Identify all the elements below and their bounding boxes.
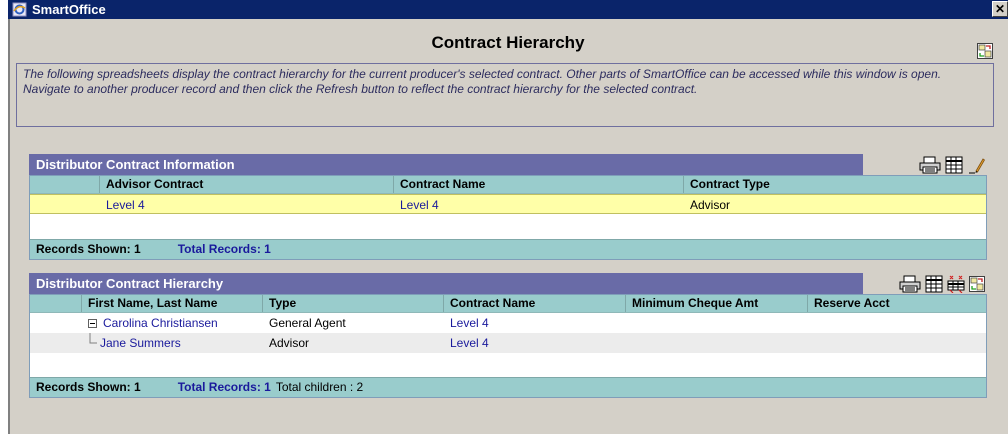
row-selector: [30, 195, 100, 213]
tree-branch-icon: [89, 333, 97, 344]
close-icon: ✕: [994, 2, 1006, 16]
min-cheque-cell: [626, 333, 808, 353]
agent-name-link[interactable]: Jane Summers: [82, 333, 263, 353]
column-header[interactable]: Advisor Contract: [100, 176, 394, 193]
collapse-columns-icon[interactable]: [947, 275, 965, 293]
info-toolbar: [919, 155, 985, 175]
printer-icon[interactable]: [899, 275, 921, 293]
reserve-acct-cell: [808, 313, 986, 333]
column-header[interactable]: Contract Name: [444, 295, 626, 312]
row-selector-header: [30, 295, 82, 312]
row-selector-header: [30, 176, 100, 193]
contract-name-link[interactable]: Level 4: [444, 333, 626, 353]
grid-footer: Records Shown: 1 Total Records: 1: [30, 239, 986, 259]
advisor-contract-link[interactable]: Level 4: [100, 195, 394, 213]
column-header[interactable]: Minimum Cheque Amt: [626, 295, 808, 312]
contract-type-cell: Advisor: [690, 198, 731, 212]
grid-header-row: First Name, Last Name Type Contract Name…: [30, 295, 986, 313]
min-cheque-cell: [626, 313, 808, 333]
column-header[interactable]: Reserve Acct: [808, 295, 986, 312]
contract-name-link[interactable]: Level 4: [444, 313, 626, 333]
window-titlebar: SmartOffice ✕: [8, 0, 1008, 19]
edit-pencil-icon[interactable]: [967, 156, 985, 174]
contract-hierarchy-window: Contract Hierarchy The following spreads…: [8, 19, 1008, 434]
grid-icon[interactable]: [945, 156, 963, 174]
distributor-contract-information-section: Distributor Contract Information Advisor…: [29, 154, 987, 260]
total-records: Total Records: 1: [177, 242, 271, 256]
table-row[interactable]: Level 4 Level 4 Advisor: [30, 194, 986, 214]
page-title: Contract Hierarchy: [431, 33, 585, 52]
agent-name-link[interactable]: Carolina Christiansen: [82, 313, 263, 333]
type-cell: Advisor: [269, 336, 310, 350]
total-children: Total children : 2: [275, 380, 364, 394]
total-records: Total Records: 1: [177, 380, 271, 394]
app-title: SmartOffice: [32, 2, 106, 17]
agent-name[interactable]: Jane Summers: [100, 336, 181, 350]
column-header[interactable]: Contract Type: [684, 176, 986, 193]
grid-empty-space: [30, 353, 986, 377]
column-header[interactable]: Contract Name: [394, 176, 684, 193]
column-header[interactable]: Type: [263, 295, 444, 312]
table-row[interactable]: Carolina Christiansen General Agent Leve…: [30, 313, 986, 333]
section-header: Distributor Contract Information: [29, 154, 863, 175]
smartoffice-app-icon: [12, 2, 27, 17]
section-header: Distributor Contract Hierarchy: [29, 273, 863, 294]
refresh-icon[interactable]: [977, 43, 993, 59]
row-selector: [30, 313, 82, 333]
info-grid: Advisor Contract Contract Name Contract …: [29, 175, 987, 260]
window-edge: [8, 19, 10, 434]
hierarchy-toolbar: [899, 274, 985, 294]
instructions-text: The following spreadsheets display the c…: [16, 63, 994, 127]
column-header[interactable]: First Name, Last Name: [82, 295, 263, 312]
contract-name-link[interactable]: Level 4: [394, 195, 684, 213]
grid-footer: Records Shown: 1 Total Records: 1 Total …: [30, 377, 986, 397]
table-row[interactable]: Jane Summers Advisor Level 4: [30, 333, 986, 353]
agent-name[interactable]: Carolina Christiansen: [103, 316, 218, 330]
type-cell: General Agent: [269, 316, 346, 330]
grid-icon[interactable]: [925, 275, 943, 293]
reserve-acct-cell: [808, 333, 986, 353]
printer-icon[interactable]: [919, 156, 941, 174]
records-shown: Records Shown: 1: [36, 242, 141, 256]
distributor-contract-hierarchy-section: Distributor Contract Hierarchy First Nam…: [29, 273, 987, 398]
refresh-icon[interactable]: [969, 275, 985, 293]
tree-collapse-icon[interactable]: [88, 319, 97, 329]
grid-header-row: Advisor Contract Contract Name Contract …: [30, 176, 986, 194]
row-selector: [30, 333, 82, 353]
close-button[interactable]: ✕: [992, 1, 1008, 17]
hierarchy-grid: First Name, Last Name Type Contract Name…: [29, 294, 987, 398]
records-shown: Records Shown: 1: [36, 380, 141, 394]
grid-empty-space: [30, 214, 986, 239]
